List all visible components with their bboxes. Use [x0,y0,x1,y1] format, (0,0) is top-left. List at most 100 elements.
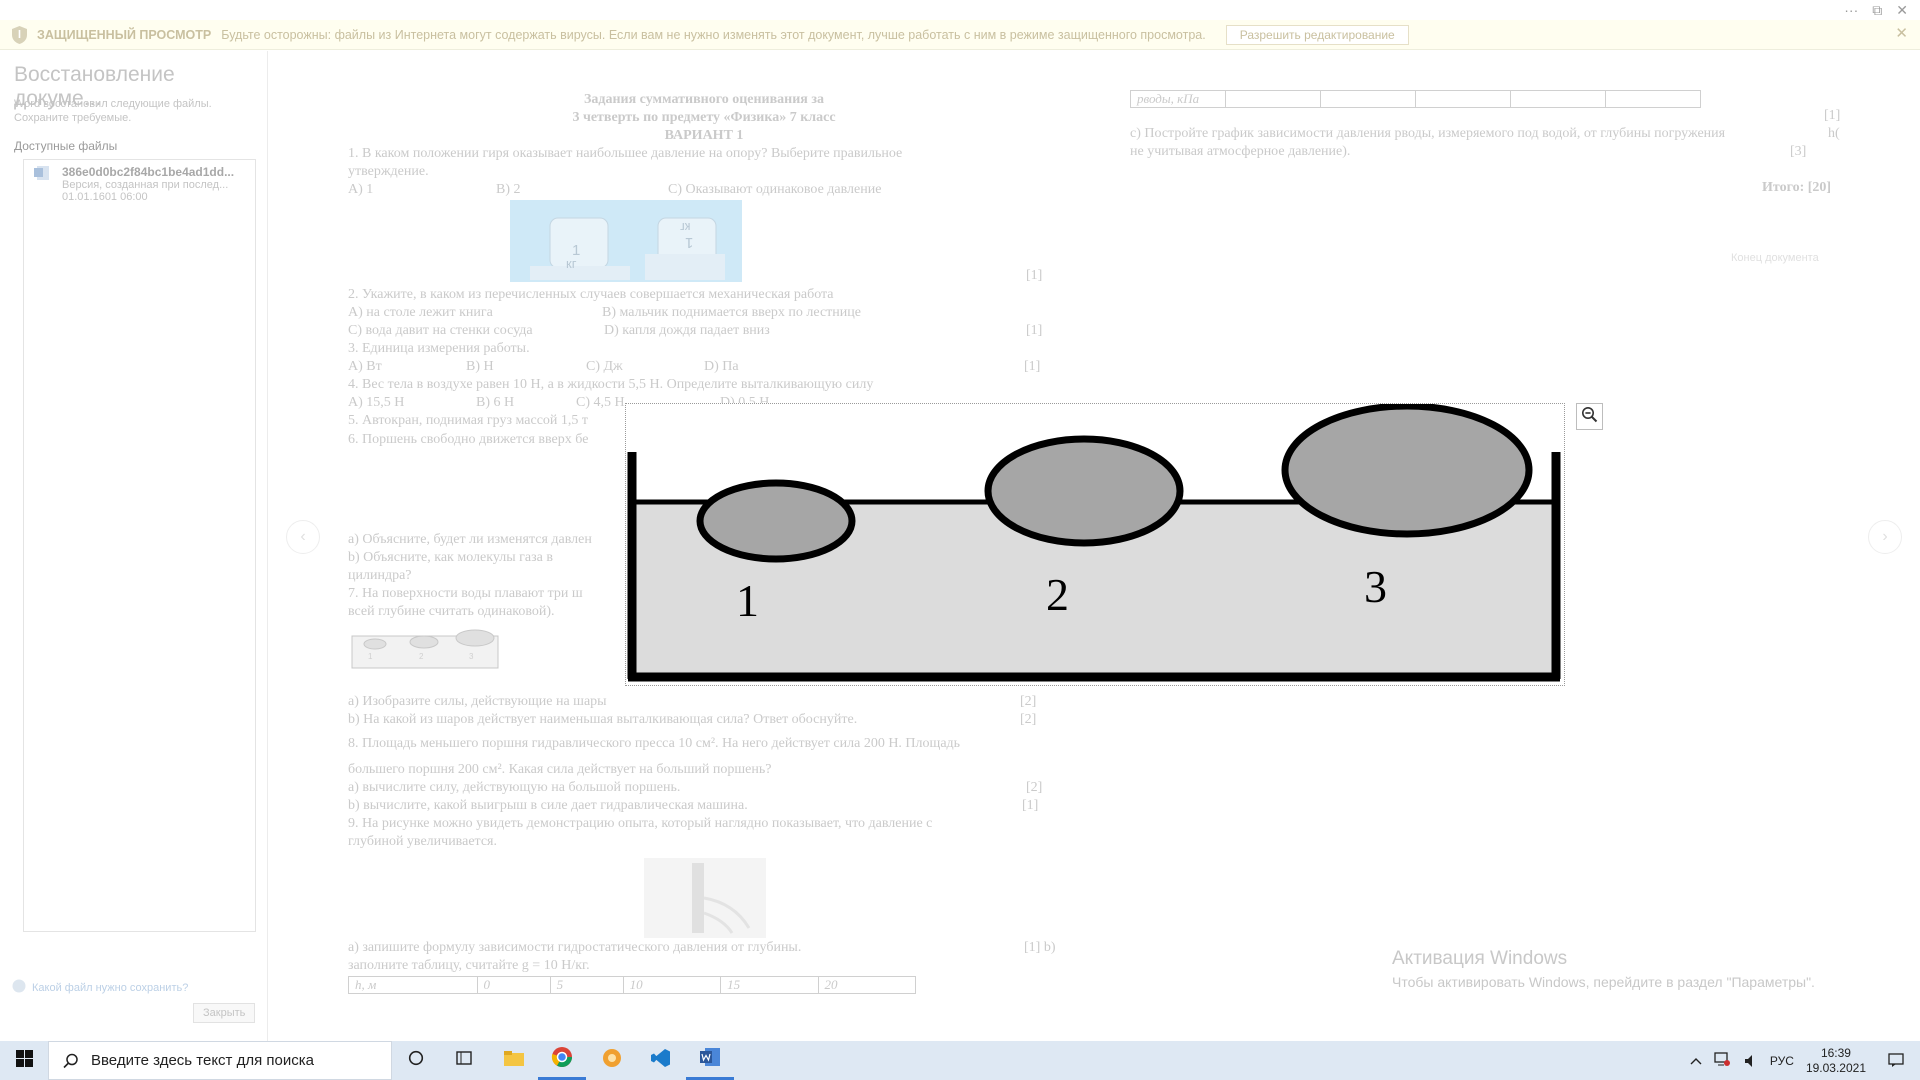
speaker-icon[interactable] [1744,1054,1758,1068]
tray-chevron-up-icon[interactable] [1690,1054,1702,1068]
doc-option: А) Вт [348,359,382,374]
depth-table: h, м 0 5 10 15 20 [348,976,917,994]
which-file-help-link[interactable]: Какой файл нужно сохранить? [12,979,188,996]
system-tray: РУС 16:39 19.03.2021 [1690,1041,1920,1080]
enable-editing-button[interactable]: Разрешить редактирование [1225,24,1409,45]
recovered-files-list: 386e0d0bc2f84bc1be4ad1dd... Версия, созд… [23,159,256,932]
notifications-icon[interactable] [1888,1053,1904,1068]
doc-text-line: не учитывая атмосферное давление). [1130,144,1351,159]
taskbar-app[interactable] [588,1041,636,1080]
doc-option: D) капля дождя падает вниз [604,323,770,338]
table-cell [1225,90,1321,108]
doc-heading-line: 3 четверть по предмету «Физика» 7 класс [572,110,836,125]
ball-label: 3 [469,652,474,661]
start-button[interactable] [0,1041,48,1080]
task-view-icon [455,1050,473,1071]
taskbar-word[interactable] [686,1041,734,1080]
weight-label: кг [566,256,577,271]
doc-question-8: 8. Площадь меньшего поршня гидравлическо… [348,736,961,751]
doc-mark: [1] [1022,798,1039,813]
doc-option: В) Н [466,359,494,374]
zoom-out-button[interactable] [1576,403,1603,430]
doc-question-5: 5. Автокран, поднимая груз массой 1,5 т [348,413,589,428]
document-recovery-pane: Восстановление докуме... Word восстанови… [0,51,268,1041]
ball-number: 1 [736,575,759,626]
cortana-icon [408,1050,424,1071]
doc-text-line: всей глубине считать одинаковой). [348,604,555,619]
ball-number: 2 [1046,569,1069,620]
doc-text-line: h( [1828,126,1840,141]
ball-number: 3 [1364,561,1387,612]
table-cell: 20 [817,976,917,994]
doc-option: С) 4,5 Н [576,395,625,410]
windows-logo-icon [15,1049,33,1072]
doc-option: В) 2 [496,182,521,197]
table-cell: 5 [549,976,624,994]
recovered-file-date: 01.01.1601 06:00 [62,191,148,203]
doc-option: D) Па [704,359,739,374]
language-indicator[interactable]: РУС [1770,1054,1794,1068]
clock[interactable]: 16:39 19.03.2021 [1806,1046,1866,1076]
doc-mark: [1] [1024,359,1041,374]
protected-view-title: ЗАЩИЩЕННЫЙ ПРОСМОТР [37,27,212,42]
doc-text-line: b) Объясните, как молекулы газа в [348,550,553,565]
doc-question-9: 9. На рисунке можно увидеть демонстрацию… [348,816,933,831]
doc-text-line: b) На какой из шаров действует наименьша… [348,712,858,727]
pressure-experiment-image [644,858,766,938]
doc-mark: [2] [1026,780,1043,795]
doc-option: А) на столе лежит книга [348,305,493,320]
banner-close-icon[interactable]: ✕ [1895,24,1908,42]
doc-question-4: 4. Вес тела в воздухе равен 10 Н, а в жи… [348,377,874,392]
activation-text: Чтобы активировать Windows, перейдите в … [1392,974,1815,990]
word-icon [699,1046,721,1073]
doc-question-6: 6. Поршень свободно движется вверх бе [348,432,589,447]
weight-label: 1 [685,234,694,251]
doc-mark: [3] [1790,144,1807,159]
table-cell [1510,90,1606,108]
close-window-icon[interactable]: ✕ [1896,2,1908,18]
table-cell [1320,90,1416,108]
protected-view-message: Будьте осторожны: файлы из Интернета мог… [221,27,1206,42]
doc-heading-line: Задания суммативного оценивания за [583,92,825,107]
doc-question-2: 2. Укажите, в каком из перечисленных слу… [348,287,834,302]
next-page-arrow-icon[interactable]: › [1868,520,1902,554]
doc-question-c: с) Постройте график зависимости давления… [1130,126,1726,141]
doc-option: С) вода давит на стенки сосуда [348,323,533,338]
table-cell: 15 [720,976,819,994]
doc-heading-line: ВАРИАНТ 1 [664,128,744,143]
shield-icon [11,25,28,45]
doc-option: В) 6 Н [476,395,515,410]
doc-text-line: а) запишите формулу зависимости гидроста… [348,940,802,955]
window-controls: ··· ⧉ ✕ [1832,0,1920,20]
weight-label: кг [680,220,691,235]
taskbar-search-box[interactable]: Введите здесь текст для поиска [48,1041,392,1080]
doc-text-line: а) Объясните, будет ли изменятся давлен [348,532,592,547]
cortana-button[interactable] [392,1041,440,1080]
doc-option: В) мальчик поднимается вверх по лестнице [602,305,861,320]
recovery-close-button[interactable]: Закрыть [193,1003,256,1023]
pressure-table: pводы, кПа [1130,90,1701,108]
recovered-file-item[interactable]: 386e0d0bc2f84bc1be4ad1dd... Версия, созд… [24,160,255,203]
taskbar-vscode[interactable] [636,1041,684,1080]
activation-title: Активация Windows [1392,948,1568,969]
doc-text-line: глубиной увеличивается. [348,834,497,849]
help-icon [12,979,26,996]
doc-question-1: 1. В каком положении гиря оказывает наиб… [348,146,903,161]
prev-page-arrow-icon[interactable]: ‹ [286,520,320,554]
doc-option: С) Оказывают одинаковое давление [668,182,882,197]
doc-option: А) 1 [348,182,374,197]
more-options-icon[interactable]: ··· [1844,2,1858,18]
word-file-icon [34,165,50,181]
task-view-button[interactable] [440,1041,488,1080]
taskbar-chrome[interactable] [538,1041,586,1080]
network-icon[interactable] [1714,1052,1730,1069]
doc-mark: [1] [1026,323,1043,338]
search-icon [63,1053,79,1069]
doc-text-line: большего поршня 200 см². Какая сила дейс… [348,762,772,777]
table-cell [1415,90,1511,108]
clock-time: 16:39 [1820,1045,1851,1060]
taskbar-explorer[interactable] [490,1041,538,1080]
doc-question-7: 7. На поверхности воды плавают три ш [348,586,583,601]
doc-mark: [1] b) [1024,940,1056,955]
restore-icon[interactable]: ⧉ [1872,2,1882,18]
